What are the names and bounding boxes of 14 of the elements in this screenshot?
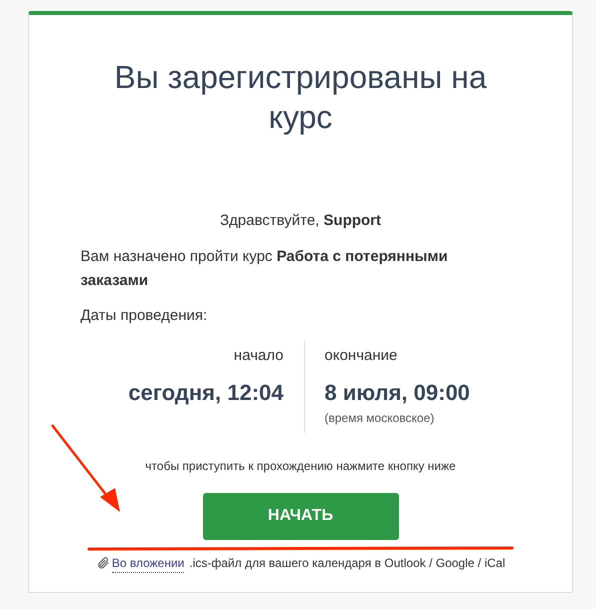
- date-value: 8 июля, 09:00: [324, 378, 470, 406]
- date-value: сегодня, 12:04: [128, 378, 284, 406]
- attachment-link[interactable]: Во вложении: [112, 554, 184, 572]
- timezone-note: (время московское): [324, 410, 434, 426]
- dates-label: Даты проведения:: [80, 306, 208, 326]
- hint-text: чтобы приступить к прохождению нажмите кнопку ниже: [145, 458, 456, 474]
- date-label: окончание: [324, 346, 398, 366]
- paperclip-icon: [96, 556, 110, 570]
- greeting-text: Здравствуйте, Support: [220, 211, 382, 231]
- date-label: начало: [234, 346, 284, 366]
- start-button[interactable]: НАЧАТЬ: [202, 492, 398, 540]
- attachment-text: .ics-файл для вашего календаря в Outlook / Google / iCal: [189, 555, 506, 572]
- page-title: Вы зарегистрированы на курс: [113, 58, 488, 137]
- assignment-text: Вам назначено пройти курс Работа с потерянными заказами: [80, 246, 449, 290]
